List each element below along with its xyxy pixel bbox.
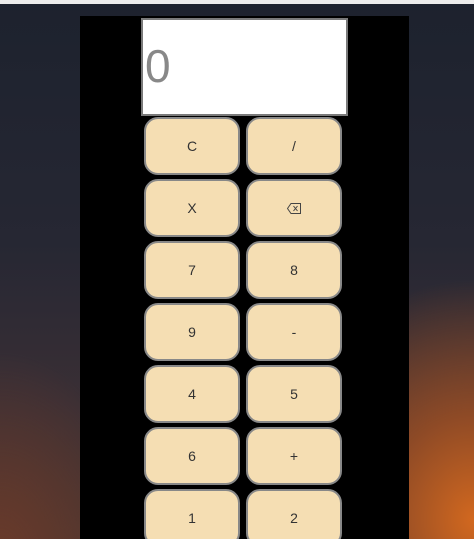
calculator-panel: 0 C / X 7 8 9 - 4 5 6 + 1 2 xyxy=(80,16,409,539)
four-button-label: 4 xyxy=(188,386,196,402)
five-button[interactable]: 5 xyxy=(246,365,342,423)
divide-button[interactable]: / xyxy=(246,117,342,175)
clear-button[interactable]: C xyxy=(144,117,240,175)
four-button[interactable]: 4 xyxy=(144,365,240,423)
backspace-icon xyxy=(287,202,301,214)
one-button-label: 1 xyxy=(188,510,196,526)
divide-button-label: / xyxy=(292,138,296,154)
six-button-label: 6 xyxy=(188,448,196,464)
keypad: C / X 7 8 9 - 4 5 6 + 1 2 xyxy=(144,117,344,539)
eight-button[interactable]: 8 xyxy=(246,241,342,299)
five-button-label: 5 xyxy=(290,386,298,402)
nine-button-label: 9 xyxy=(188,324,196,340)
window-top-edge xyxy=(0,0,474,4)
minus-button-label: - xyxy=(291,324,297,340)
backspace-button[interactable] xyxy=(246,179,342,237)
plus-button-label: + xyxy=(289,448,299,464)
eight-button-label: 8 xyxy=(290,262,298,278)
multiply-button[interactable]: X xyxy=(144,179,240,237)
minus-button[interactable]: - xyxy=(246,303,342,361)
two-button[interactable]: 2 xyxy=(246,489,342,539)
seven-button-label: 7 xyxy=(188,262,196,278)
two-button-label: 2 xyxy=(290,510,298,526)
one-button[interactable]: 1 xyxy=(144,489,240,539)
clear-button-label: C xyxy=(186,138,198,154)
display-value: 0 xyxy=(145,40,171,92)
seven-button[interactable]: 7 xyxy=(144,241,240,299)
plus-button[interactable]: + xyxy=(246,427,342,485)
calculator-display: 0 xyxy=(141,18,348,116)
multiply-button-label: X xyxy=(187,200,197,216)
nine-button[interactable]: 9 xyxy=(144,303,240,361)
six-button[interactable]: 6 xyxy=(144,427,240,485)
